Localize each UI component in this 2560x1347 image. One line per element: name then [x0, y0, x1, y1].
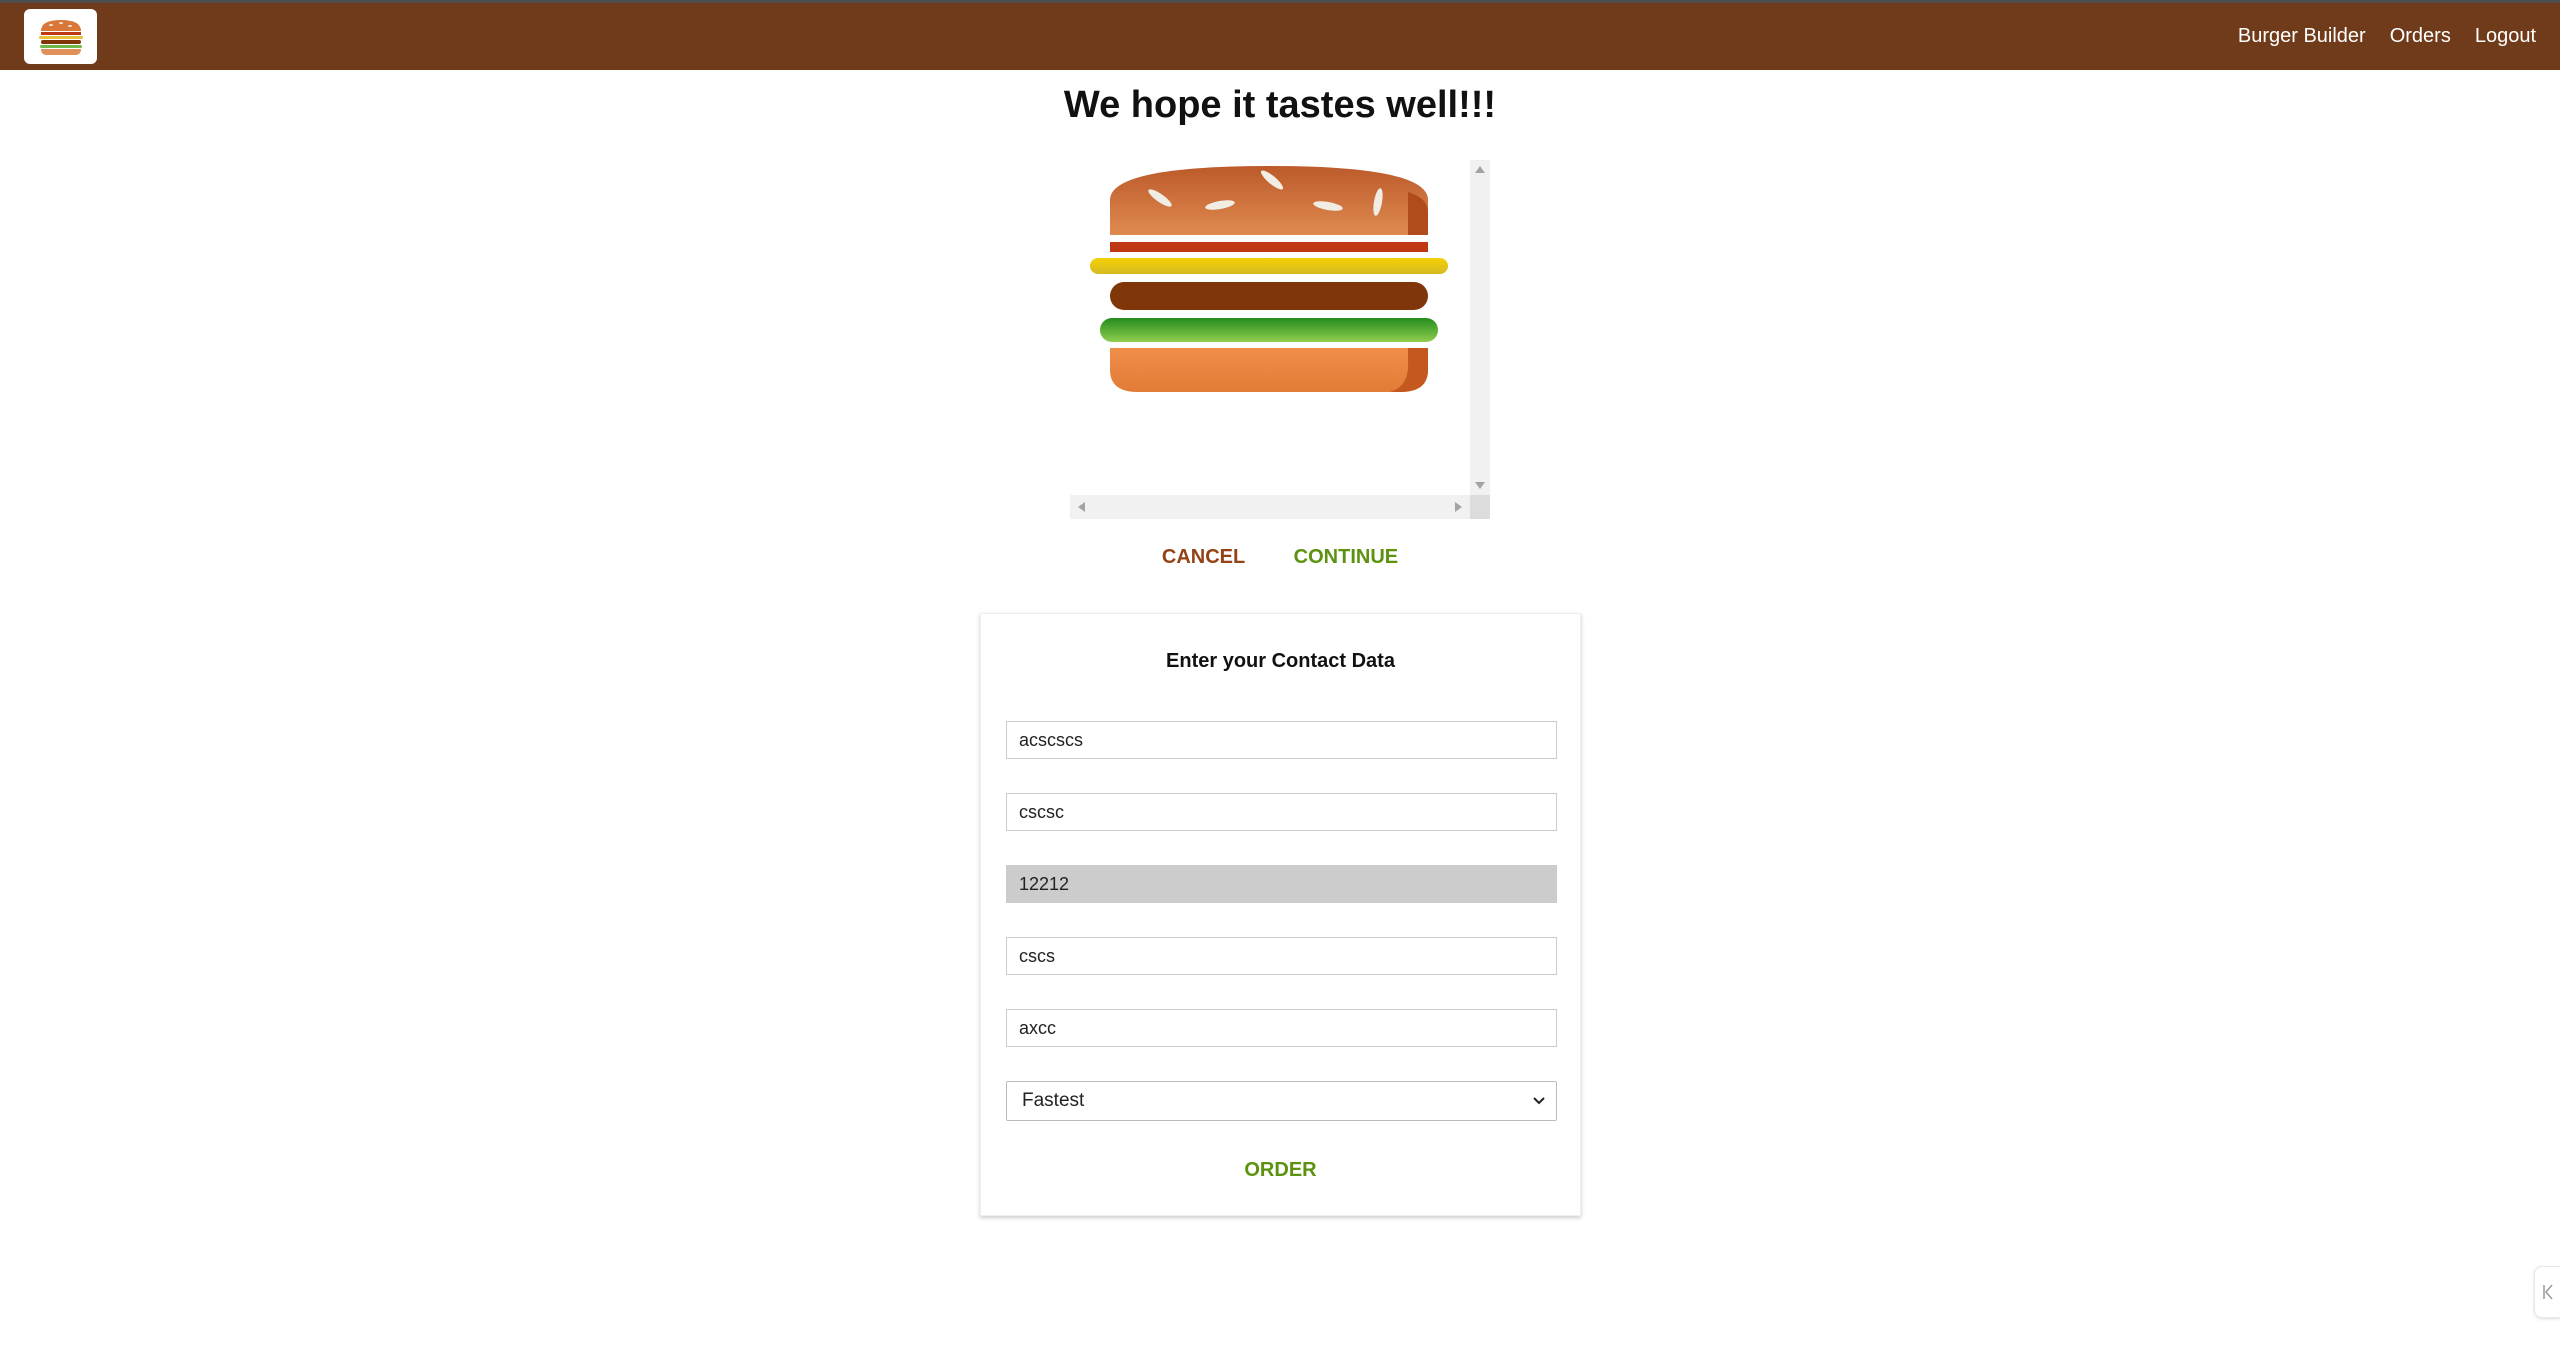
- logo[interactable]: [24, 9, 97, 64]
- nav-burger-builder[interactable]: Burger Builder: [2238, 3, 2366, 70]
- email-field[interactable]: [1006, 1009, 1557, 1047]
- delivery-method-select[interactable]: Fastest: [1006, 1081, 1557, 1121]
- meat: [1110, 282, 1428, 310]
- burger-logo-icon: [38, 19, 83, 55]
- bread-bottom: [1110, 348, 1428, 392]
- burger-preview: [1070, 160, 1490, 519]
- salad: [1100, 318, 1438, 342]
- order-button[interactable]: ORDER: [1230, 1151, 1330, 1190]
- main-nav: Burger Builder Orders Logout: [2214, 3, 2536, 70]
- scroll-down-icon[interactable]: [1475, 482, 1485, 489]
- continue-button[interactable]: CONTINUE: [1280, 538, 1412, 577]
- burger-illustration: [1090, 166, 1448, 392]
- collapse-panel-icon: [2542, 1284, 2553, 1300]
- scrollbar-corner: [1470, 495, 1490, 519]
- contact-form-title: Enter your Contact Data: [1166, 650, 1395, 672]
- name-field[interactable]: [1006, 721, 1557, 759]
- bacon: [1110, 242, 1428, 252]
- summary-actions: CANCEL CONTINUE: [0, 538, 2560, 577]
- scroll-up-icon[interactable]: [1475, 166, 1485, 173]
- scroll-right-icon[interactable]: [1455, 502, 1462, 512]
- nav-logout[interactable]: Logout: [2475, 3, 2536, 70]
- vertical-scrollbar[interactable]: [1470, 160, 1490, 495]
- chevron-down-icon: [1533, 1097, 1545, 1105]
- bread-top: [1110, 166, 1428, 235]
- cancel-button[interactable]: CANCEL: [1148, 538, 1259, 577]
- country-field[interactable]: [1006, 937, 1557, 975]
- contact-form-card: Enter your Contact Data Fastest ORDER: [980, 613, 1581, 1216]
- street-field[interactable]: [1006, 793, 1557, 831]
- nav-orders[interactable]: Orders: [2390, 3, 2451, 70]
- scroll-left-icon[interactable]: [1078, 502, 1085, 512]
- side-tab-widget[interactable]: [2534, 1266, 2560, 1318]
- zip-code-field[interactable]: [1006, 865, 1557, 903]
- horizontal-scrollbar[interactable]: [1070, 495, 1470, 519]
- toolbar: Burger Builder Orders Logout: [0, 0, 2560, 70]
- order-actions: ORDER: [981, 1151, 1580, 1190]
- cheese: [1090, 258, 1448, 274]
- delivery-method-value: Fastest: [1022, 1090, 1085, 1111]
- page-title: We hope it tastes well!!!: [1063, 84, 1497, 126]
